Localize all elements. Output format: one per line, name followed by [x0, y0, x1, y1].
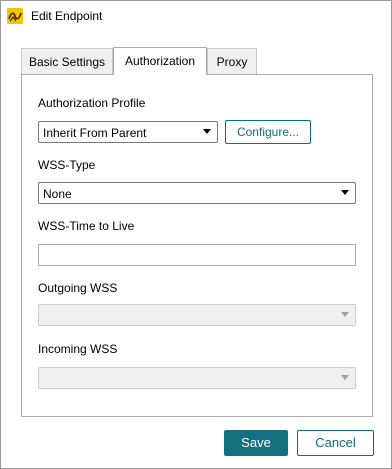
authorization-panel: Authorization Profile Inherit From Paren… — [21, 74, 373, 417]
dropdown-arrow-icon — [341, 190, 349, 195]
outgoing-wss-select[interactable] — [38, 304, 356, 326]
wss-type-value: None — [43, 187, 72, 201]
incoming-wss-label: Incoming WSS — [38, 342, 118, 356]
wss-time-to-live-label: WSS-Time to Live — [38, 219, 135, 233]
window-title: Edit Endpoint — [31, 9, 103, 23]
wss-type-select[interactable]: None — [38, 182, 356, 204]
wss-type-label: WSS-Type — [38, 158, 96, 172]
authorization-profile-label: Authorization Profile — [38, 96, 146, 110]
cancel-button[interactable]: Cancel — [297, 430, 374, 456]
dropdown-arrow-icon — [341, 375, 349, 380]
title-bar: Edit Endpoint — [1, 1, 391, 32]
tab-proxy[interactable]: Proxy — [207, 48, 257, 74]
tab-basic-settings[interactable]: Basic Settings — [21, 48, 113, 74]
outgoing-wss-label: Outgoing WSS — [38, 281, 118, 295]
authorization-profile-value: Inherit From Parent — [43, 126, 147, 140]
authorization-profile-select[interactable]: Inherit From Parent — [38, 121, 218, 143]
edit-endpoint-dialog: Edit Endpoint Basic Settings Authorizati… — [0, 0, 392, 469]
incoming-wss-select[interactable] — [38, 367, 356, 389]
save-button[interactable]: Save — [224, 430, 288, 456]
wss-time-to-live-input[interactable] — [38, 244, 356, 266]
configure-button[interactable]: Configure... — [225, 120, 311, 144]
tab-authorization[interactable]: Authorization — [113, 47, 207, 75]
application-logo-icon — [7, 8, 23, 24]
dropdown-arrow-icon — [203, 129, 211, 134]
dropdown-arrow-icon — [341, 312, 349, 317]
